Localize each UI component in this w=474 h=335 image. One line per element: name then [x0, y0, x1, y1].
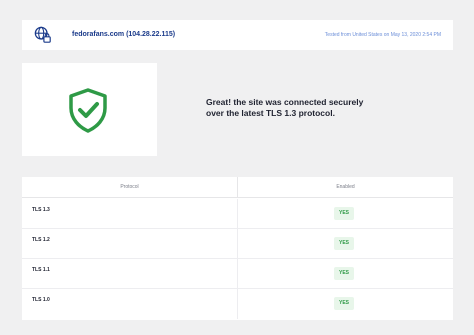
table-row: TLS 1.1 YES	[22, 259, 453, 289]
tested-info: Tested from United States on May 13, 202…	[325, 20, 441, 50]
enabled-cell: YES	[238, 199, 453, 228]
table-row: TLS 1.0 YES	[22, 289, 453, 319]
site-domain-ip: fedorafans.com (104.28.22.115)	[72, 31, 176, 38]
protocol-cell: TLS 1.2	[22, 229, 238, 258]
table-header: Protocol Enabled	[22, 177, 453, 198]
header-protocol: Protocol	[22, 177, 238, 197]
protocol-cell: TLS 1.3	[22, 199, 238, 228]
enabled-cell: YES	[238, 229, 453, 258]
result-message-line1: Great! the site was connected securely	[206, 97, 364, 107]
table-row: TLS 1.2 YES	[22, 229, 453, 259]
shield-check-icon	[69, 88, 107, 133]
enabled-badge: YES	[334, 297, 354, 310]
protocol-name: TLS 1.1	[32, 267, 50, 273]
globe-lock-icon	[34, 26, 51, 43]
protocol-cell: TLS 1.1	[22, 259, 238, 288]
tested-date: May 13, 2020 2:54 PM	[390, 32, 441, 38]
result-message: Great! the site was connected securely o…	[206, 97, 406, 119]
tested-on: on	[383, 32, 390, 38]
enabled-cell: YES	[238, 259, 453, 288]
enabled-badge: YES	[334, 267, 354, 280]
header-enabled: Enabled	[336, 184, 355, 190]
site-header-card: fedorafans.com (104.28.22.115) Tested fr…	[22, 20, 453, 50]
tested-prefix: Tested from	[324, 32, 351, 38]
result-message-line2: over the latest TLS 1.3 protocol.	[206, 108, 335, 118]
result-icon-card	[22, 63, 157, 156]
protocol-table: Protocol Enabled TLS 1.3 YES TLS 1.2 YES…	[22, 177, 453, 320]
protocol-name: TLS 1.0	[32, 297, 50, 303]
enabled-cell: YES	[238, 289, 453, 319]
tested-location: United States	[352, 32, 383, 38]
table-row: TLS 1.3 YES	[22, 199, 453, 229]
enabled-badge: YES	[334, 237, 354, 250]
enabled-badge: YES	[334, 207, 354, 220]
protocol-cell: TLS 1.0	[22, 289, 238, 319]
protocol-name: TLS 1.2	[32, 237, 50, 243]
protocol-name: TLS 1.3	[32, 207, 50, 213]
